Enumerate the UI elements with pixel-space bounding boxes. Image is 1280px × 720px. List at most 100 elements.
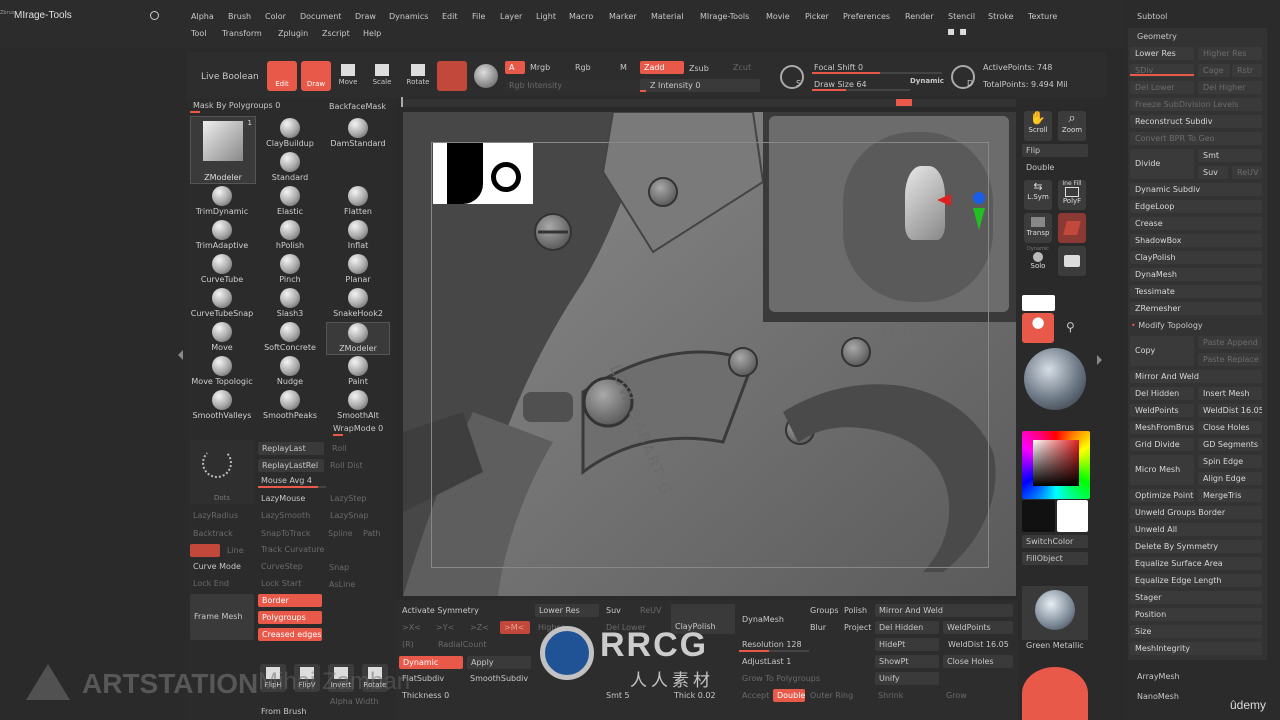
brush-hpolish[interactable]: hPolish bbox=[258, 220, 322, 253]
camera-button[interactable] bbox=[1058, 246, 1086, 276]
apply-button[interactable]: Apply bbox=[467, 656, 531, 669]
array-mesh-header[interactable]: ArrayMesh bbox=[1137, 672, 1180, 681]
m-toggle[interactable]: M bbox=[620, 63, 627, 72]
mask-by-polygroups-slider[interactable]: Mask By Polygroups 0 bbox=[193, 101, 280, 110]
subtool-dynamesh-button[interactable]: DynaMesh bbox=[1130, 268, 1262, 281]
wrap-mode-slider[interactable]: WrapMode 0 bbox=[333, 424, 383, 433]
subtool-equalize-edge-length-button[interactable]: Equalize Edge Length bbox=[1130, 574, 1262, 587]
paste-replace-button[interactable]: Paste Replace bbox=[1198, 353, 1262, 366]
backtrack-toggle[interactable]: Backtrack bbox=[193, 529, 233, 538]
ghost-button[interactable] bbox=[1058, 213, 1086, 243]
lazy-smooth-slider[interactable]: LazySmooth bbox=[261, 511, 310, 520]
mrgb-toggle[interactable]: Mrgb bbox=[530, 63, 550, 72]
mouse-avg-slider[interactable]: Mouse Avg 4 bbox=[261, 476, 312, 485]
track-curvature-slider[interactable]: Track Curvature bbox=[261, 545, 324, 554]
mirror-and-weld-button[interactable]: Mirror And Weld bbox=[1130, 370, 1262, 383]
higher-res-button[interactable]: Higher Res bbox=[1198, 47, 1262, 60]
bottom-double-toggle[interactable]: Double bbox=[773, 689, 805, 702]
dots-stroke-tile[interactable]: Dots bbox=[190, 440, 254, 504]
brush-pinch[interactable]: Pinch bbox=[258, 254, 322, 287]
timeline-bar[interactable] bbox=[403, 99, 1016, 107]
subtool-edgeloop-button[interactable]: EdgeLoop bbox=[1130, 200, 1262, 213]
grid-divide-button[interactable]: Grid Divide bbox=[1130, 438, 1194, 451]
replay-last-rel-button[interactable]: ReplayLastRel bbox=[258, 459, 324, 472]
brush-trimadaptive[interactable]: TrimAdaptive bbox=[190, 220, 254, 253]
sym-x-toggle[interactable]: >X< bbox=[402, 623, 421, 632]
lsym-button[interactable]: ⇆ L.Sym bbox=[1024, 180, 1052, 210]
bottom-weld-points-button[interactable]: WeldPoints bbox=[943, 621, 1013, 634]
brush-move[interactable]: Move bbox=[190, 322, 254, 355]
subtool-claypolish-button[interactable]: ClayPolish bbox=[1130, 251, 1262, 264]
activate-symmetry-button[interactable]: Activate Symmetry bbox=[402, 606, 479, 615]
material-preview-sphere[interactable] bbox=[1024, 348, 1086, 410]
subtool-dynamic-subdiv-button[interactable]: Dynamic Subdiv bbox=[1130, 183, 1262, 196]
close-holes-button[interactable]: Close Holes bbox=[1198, 421, 1262, 434]
edit-button[interactable]: Edit bbox=[267, 61, 297, 91]
divide-button[interactable]: Divide bbox=[1130, 149, 1194, 179]
menu-picker[interactable]: Picker bbox=[805, 12, 829, 21]
move-button[interactable]: Move bbox=[336, 64, 360, 86]
scroll-button[interactable]: ✋ Scroll bbox=[1024, 111, 1052, 141]
geometry-header[interactable]: Geometry bbox=[1137, 32, 1177, 41]
bottom-hide-pt-button[interactable]: HidePt bbox=[875, 638, 939, 651]
transp-button[interactable]: Transp bbox=[1024, 213, 1052, 243]
paste-append-button[interactable]: Paste Append bbox=[1198, 336, 1262, 349]
brush-smoothpeaks[interactable]: SmoothPeaks bbox=[258, 390, 322, 423]
white-swatch[interactable] bbox=[1022, 295, 1055, 311]
menu-layer[interactable]: Layer bbox=[500, 12, 522, 21]
roll-dist-slider[interactable]: Roll Dist bbox=[330, 461, 363, 470]
material-thumbnail[interactable] bbox=[1022, 586, 1088, 640]
rgb-toggle[interactable]: Rgb bbox=[575, 63, 591, 72]
from-brush-button[interactable]: From Brush bbox=[261, 707, 306, 716]
subtool-position-button[interactable]: Position bbox=[1130, 608, 1262, 621]
weld-dist-slider[interactable]: WeldDist 16.05 bbox=[1198, 404, 1262, 417]
navigation-head-icon[interactable] bbox=[903, 162, 985, 242]
flip-button[interactable]: Flip bbox=[1022, 144, 1088, 157]
zmodeler-selected-tile[interactable]: ZModeler 1 bbox=[190, 116, 256, 184]
bottom-groups-toggle[interactable]: Groups bbox=[810, 606, 839, 615]
sym-z-toggle[interactable]: >Z< bbox=[470, 623, 489, 632]
lock-start-toggle[interactable]: Lock Start bbox=[261, 579, 301, 588]
left-panel-collapse-arrow[interactable] bbox=[178, 350, 183, 360]
align-edge-button[interactable]: Align Edge bbox=[1198, 472, 1262, 485]
subtool-shadowbox-button[interactable]: ShadowBox bbox=[1130, 234, 1262, 247]
bottom-adjust-last-slider[interactable]: AdjustLast 1 bbox=[742, 657, 791, 666]
bottom-outer-ring-toggle[interactable]: Outer Ring bbox=[810, 691, 853, 700]
subtool-meshintegrity-button[interactable]: MeshIntegrity bbox=[1130, 642, 1262, 655]
refresh-icon[interactable] bbox=[150, 11, 159, 20]
menu-mirage-tools[interactable]: MIrage-Tools bbox=[700, 12, 749, 21]
viewport[interactable]: LOW GABART G 11.47 / 2022 bbox=[403, 112, 1016, 596]
menu-document[interactable]: Document bbox=[300, 12, 341, 21]
color-picker[interactable] bbox=[1022, 431, 1090, 499]
smt-toggle[interactable]: Smt bbox=[1198, 149, 1262, 162]
spin-edge-button[interactable]: Spin Edge bbox=[1198, 455, 1262, 468]
live-boolean-button[interactable]: Live Boolean bbox=[201, 72, 259, 82]
bottom-dynamesh-button[interactable]: DynaMesh bbox=[742, 615, 784, 624]
sym-m-toggle[interactable]: >M< bbox=[500, 621, 530, 634]
bottom-unify-button[interactable]: Unify bbox=[875, 672, 939, 685]
rgb-intensity-slider[interactable]: Rgb Intensity bbox=[505, 79, 640, 92]
solo-button[interactable]: Dynamic Solo bbox=[1024, 246, 1052, 276]
menu-zplugin[interactable]: Zplugin bbox=[278, 29, 308, 38]
scale-button[interactable]: Scale bbox=[370, 64, 394, 86]
brush-softconcrete[interactable]: SoftConcrete bbox=[258, 322, 322, 355]
frame-mesh-button[interactable]: Frame Mesh bbox=[190, 594, 254, 640]
bottom-shrink-button[interactable]: Shrink bbox=[878, 691, 903, 700]
curve-mode-toggle[interactable]: Curve Mode bbox=[193, 562, 241, 571]
material-sphere-icon[interactable] bbox=[474, 64, 498, 88]
subtool-crease-button[interactable]: Crease bbox=[1130, 217, 1262, 230]
backface-mask-toggle[interactable]: BackfaceMask bbox=[329, 102, 386, 111]
draw-button[interactable]: Draw bbox=[301, 61, 331, 91]
bottom-project-toggle[interactable]: Project bbox=[844, 623, 871, 632]
micro-mesh-button[interactable]: Micro Mesh bbox=[1130, 455, 1194, 485]
lazy-mouse-toggle[interactable]: LazyMouse bbox=[261, 494, 305, 503]
color-picker-square[interactable] bbox=[1033, 440, 1079, 486]
snap-to-track-toggle[interactable]: SnapToTrack bbox=[261, 529, 310, 538]
brush-slash3[interactable]: Slash3 bbox=[258, 288, 322, 321]
menu-color[interactable]: Color bbox=[265, 12, 286, 21]
menu-transform[interactable]: Transform bbox=[222, 29, 262, 38]
insert-mesh-button[interactable]: Insert Mesh bbox=[1198, 387, 1262, 400]
lazy-radius-slider[interactable]: LazyRadius bbox=[193, 511, 238, 520]
rotate-button[interactable]: Rotate bbox=[404, 64, 432, 86]
sym-y-toggle[interactable]: >Y< bbox=[436, 623, 454, 632]
